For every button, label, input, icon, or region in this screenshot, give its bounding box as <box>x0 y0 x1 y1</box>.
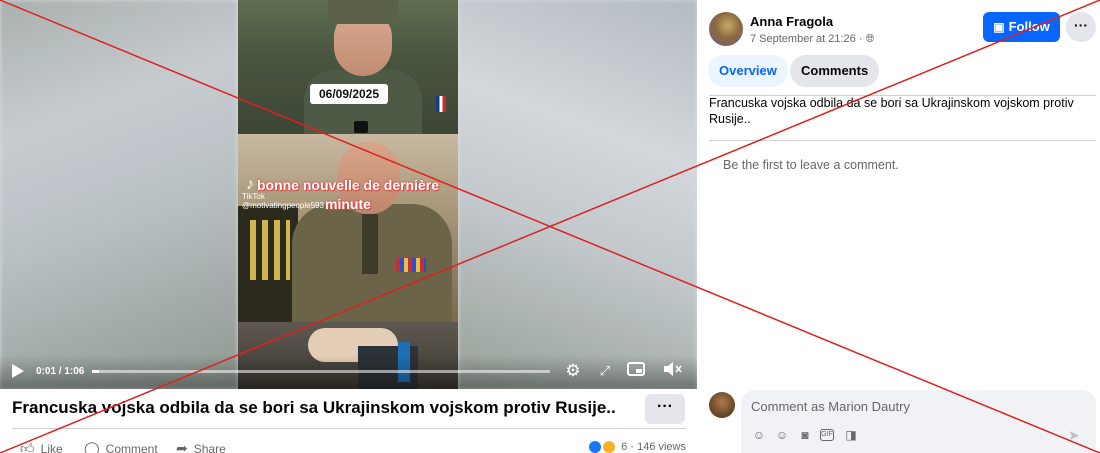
timestamp-text: 7 September at 21:26 · <box>750 33 863 45</box>
video-frame: 06/09/2025 ♪ TikTok @motivatingpeople593… <box>238 0 458 389</box>
medals-shape <box>396 258 426 272</box>
view-count: 146 views <box>637 440 686 453</box>
comment-placeholder: Comment as Marion Dautry <box>751 399 910 414</box>
post-more-button[interactable]: ··· <box>645 394 685 424</box>
current-user-avatar <box>709 392 735 418</box>
video-time: 0:01 / 1:06 <box>36 366 85 377</box>
tab-overview[interactable]: Overview <box>708 55 788 87</box>
post-timestamp[interactable]: 7 September at 21:26 · 🌐︎ <box>750 33 874 46</box>
video-panel-general: 06/09/2025 <box>238 0 458 134</box>
send-icon[interactable]: ➤ <box>1068 427 1084 443</box>
settings-icon[interactable]: ⚙ <box>563 361 583 381</box>
mute-icon[interactable] <box>662 361 682 381</box>
flag-patch <box>436 96 446 112</box>
cap-shape <box>328 0 398 24</box>
caption-line-1: bonne nouvelle de dernière <box>256 177 440 193</box>
decor-stripes <box>250 220 290 280</box>
video-panel-officer: ♪ TikTok @motivatingpeople593 bonne nouv… <box>238 134 458 322</box>
follow-icon: ▣ <box>993 20 1005 34</box>
share-arrow-icon: ➦ <box>176 440 188 453</box>
share-button[interactable]: ➦ Share <box>176 440 226 453</box>
video-blur-right <box>458 0 697 389</box>
emoji-icon[interactable]: ☺ <box>774 427 790 443</box>
comment-input[interactable]: Comment as Marion Dautry ☺ ☺ ◙ GIF ◨ ➤ <box>741 390 1096 453</box>
like-button[interactable]: 👍︎ Like <box>20 440 63 453</box>
author-name[interactable]: Anna Fragola <box>750 14 833 29</box>
progress-bar[interactable] <box>92 370 550 373</box>
tab-comments[interactable]: Comments <box>790 55 880 87</box>
divider <box>709 140 1096 141</box>
divider <box>12 428 686 429</box>
comment-button[interactable]: ◯ Comment <box>84 440 158 453</box>
comment-label: Comment <box>105 442 158 453</box>
progress-fill <box>92 370 99 373</box>
post-sidebar: Anna Fragola 7 September at 21:26 · 🌐︎ ▣… <box>697 0 1100 453</box>
post-title: Francuska vojska odbila da se bori sa Uk… <box>12 398 616 417</box>
reaction-count[interactable]: 6 <box>621 441 627 453</box>
camera-icon[interactable]: ◙ <box>797 427 813 443</box>
follow-label: Follow <box>1008 19 1050 34</box>
caption-overlay: bonne nouvelle de dernière minute <box>238 176 458 214</box>
dice-icon <box>354 121 368 133</box>
author-avatar[interactable] <box>709 12 743 46</box>
gif-icon[interactable]: GIF <box>820 429 834 441</box>
caption-line-2: minute <box>325 196 371 212</box>
video-blur-left <box>0 0 238 389</box>
comment-bubble-icon: ◯ <box>84 440 100 453</box>
sticker-icon[interactable]: ◨ <box>843 427 859 443</box>
post-body-text: Francuska vojska odbila da se bori sa Uk… <box>709 96 1074 126</box>
thumbs-up-icon: 👍︎ <box>20 440 35 453</box>
like-label: Like <box>40 442 63 453</box>
fullscreen-icon[interactable]: ⤢ <box>595 361 615 381</box>
date-overlay: 06/09/2025 <box>310 84 388 104</box>
haha-reaction-icon <box>602 440 617 453</box>
sidebar-more-button[interactable]: ··· <box>1066 12 1096 42</box>
video-controls: 0:01 / 1:06 ⚙ ⤢ <box>0 355 697 389</box>
play-icon[interactable] <box>12 364 24 378</box>
empty-comments-text: Be the first to leave a comment. <box>723 158 899 172</box>
post-stats: 6 · 146 views <box>588 440 686 453</box>
avatar-sticker-icon[interactable]: ☺ <box>751 427 767 443</box>
follow-button[interactable]: ▣ Follow <box>983 12 1060 42</box>
pip-icon[interactable] <box>626 361 646 381</box>
like-reaction-icon <box>588 440 603 453</box>
share-label: Share <box>193 442 226 453</box>
tie-shape <box>362 214 378 274</box>
globe-icon: 🌐︎ <box>865 33 875 45</box>
video-player[interactable]: 06/09/2025 ♪ TikTok @motivatingpeople593… <box>0 0 697 389</box>
